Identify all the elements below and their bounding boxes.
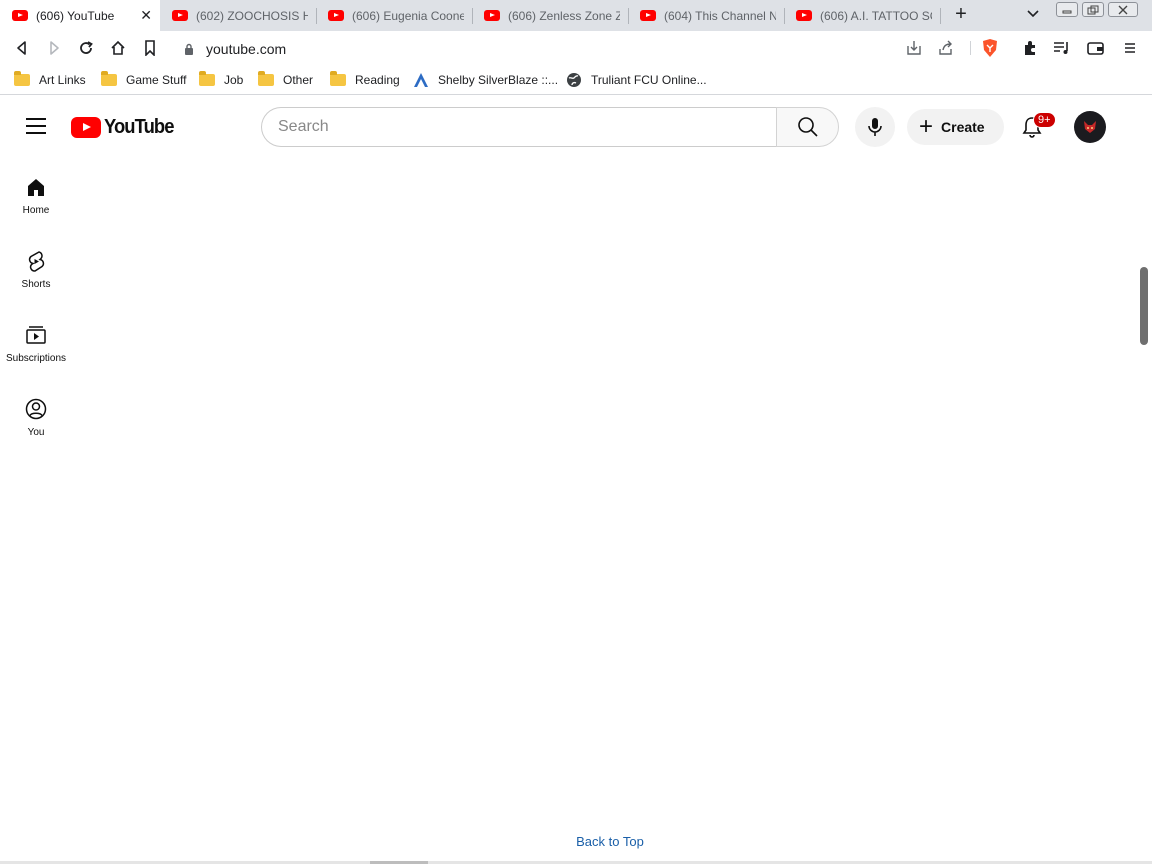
guide-item-you[interactable]: You bbox=[0, 377, 72, 451]
folder-icon bbox=[258, 71, 274, 86]
a-logo-icon bbox=[413, 72, 429, 88]
youtube-masthead: YouTube + Create 9+ bbox=[0, 99, 1152, 155]
restore-button[interactable] bbox=[1082, 2, 1104, 17]
install-app-icon[interactable] bbox=[904, 38, 924, 58]
home-icon bbox=[28, 179, 44, 196]
tab-this-channel[interactable]: (604) This Channel Ne bbox=[628, 0, 784, 31]
youtube-favicon-icon bbox=[328, 10, 344, 21]
reload-icon[interactable] bbox=[76, 38, 96, 58]
share-icon[interactable] bbox=[936, 38, 956, 58]
create-button[interactable]: + Create bbox=[907, 109, 1004, 145]
page-scrollbar-thumb[interactable] bbox=[1140, 267, 1148, 345]
close-window-button[interactable] bbox=[1108, 2, 1138, 17]
back-to-top-link[interactable]: Back to Top bbox=[0, 834, 1152, 849]
bookmark-truliant-fcu[interactable]: Truliant FCU Online... bbox=[566, 71, 707, 89]
guide-item-subscriptions[interactable]: Subscriptions bbox=[0, 303, 72, 377]
bookmark-shelby-silverblaze[interactable]: Shelby SilverBlaze ::... bbox=[413, 71, 558, 89]
media-playlist-icon[interactable] bbox=[1052, 38, 1072, 58]
wallet-icon[interactable] bbox=[1086, 38, 1106, 58]
tab-youtube[interactable]: (606) YouTube ✕ bbox=[0, 0, 160, 31]
tab-eugenia[interactable]: (606) Eugenia Cooney bbox=[316, 0, 472, 31]
browser-toolbar: youtube.com bbox=[0, 31, 1152, 65]
bookmark-art-links[interactable]: Art Links bbox=[14, 71, 86, 89]
search-button[interactable] bbox=[776, 107, 839, 147]
search-icon bbox=[797, 117, 818, 137]
close-tab-icon[interactable]: ✕ bbox=[140, 7, 152, 24]
lock-icon[interactable] bbox=[184, 42, 194, 60]
bookmark-other[interactable]: Other bbox=[258, 71, 313, 89]
address-bar[interactable]: youtube.com bbox=[170, 33, 1008, 63]
subscriptions-icon bbox=[26, 326, 46, 344]
guide-menu-icon[interactable] bbox=[26, 118, 46, 134]
bookmark-icon[interactable] bbox=[140, 38, 160, 58]
tab-zenless[interactable]: (606) Zenless Zone Ze bbox=[472, 0, 628, 31]
tab-separator bbox=[940, 8, 941, 24]
account-avatar[interactable] bbox=[1074, 111, 1106, 143]
youtube-favicon-icon bbox=[172, 10, 188, 21]
youtube-favicon-icon bbox=[484, 10, 500, 21]
toolbar-divider bbox=[970, 41, 971, 55]
extensions-icon[interactable] bbox=[1020, 38, 1040, 58]
plus-icon: + bbox=[919, 113, 934, 140]
avatar-fox-icon bbox=[1084, 121, 1096, 133]
globe-icon bbox=[566, 72, 582, 88]
account-icon bbox=[25, 398, 47, 420]
tab-zoochosis[interactable]: (602) ZOOCHOSIS HU bbox=[160, 0, 316, 31]
brave-shields-icon[interactable] bbox=[980, 38, 1000, 58]
folder-icon bbox=[199, 71, 215, 86]
minimize-button[interactable] bbox=[1056, 2, 1078, 17]
new-tab-button[interactable]: + bbox=[950, 3, 972, 26]
tab-ai-tattoo[interactable]: (606) A.I. TATTOO SCA bbox=[784, 0, 940, 31]
guide-item-home[interactable]: Home bbox=[0, 155, 72, 229]
bookmarks-bar: Art Links Game Stuff Job Other Reading S… bbox=[0, 65, 1152, 95]
back-icon[interactable] bbox=[12, 38, 32, 58]
search-box bbox=[261, 107, 839, 147]
url-text[interactable]: youtube.com bbox=[206, 41, 286, 57]
search-input[interactable] bbox=[261, 107, 776, 147]
notification-count-badge: 9+ bbox=[1033, 112, 1056, 128]
folder-icon bbox=[330, 71, 346, 86]
shorts-icon bbox=[28, 251, 45, 272]
youtube-play-logo-icon bbox=[71, 117, 101, 138]
forward-icon[interactable] bbox=[44, 38, 64, 58]
voice-search-button[interactable] bbox=[855, 107, 895, 147]
youtube-favicon-icon bbox=[796, 10, 812, 21]
microphone-icon bbox=[868, 118, 882, 136]
browser-menu-icon[interactable] bbox=[1120, 38, 1140, 58]
folder-icon bbox=[14, 71, 30, 86]
youtube-favicon-icon bbox=[640, 10, 656, 21]
bookmark-game-stuff[interactable]: Game Stuff bbox=[101, 71, 186, 89]
bookmark-job[interactable]: Job bbox=[199, 71, 243, 89]
tab-search-chevron-icon[interactable] bbox=[1026, 6, 1040, 24]
folder-icon bbox=[101, 71, 117, 86]
youtube-logo[interactable]: YouTube bbox=[71, 116, 180, 139]
youtube-favicon-icon bbox=[12, 10, 28, 21]
home-page-icon[interactable] bbox=[108, 38, 128, 58]
guide-item-shorts[interactable]: Shorts bbox=[0, 229, 72, 303]
tab-strip: (606) YouTube ✕ (602) ZOOCHOSIS HU (606)… bbox=[0, 0, 1152, 31]
bookmark-reading[interactable]: Reading bbox=[330, 71, 400, 89]
